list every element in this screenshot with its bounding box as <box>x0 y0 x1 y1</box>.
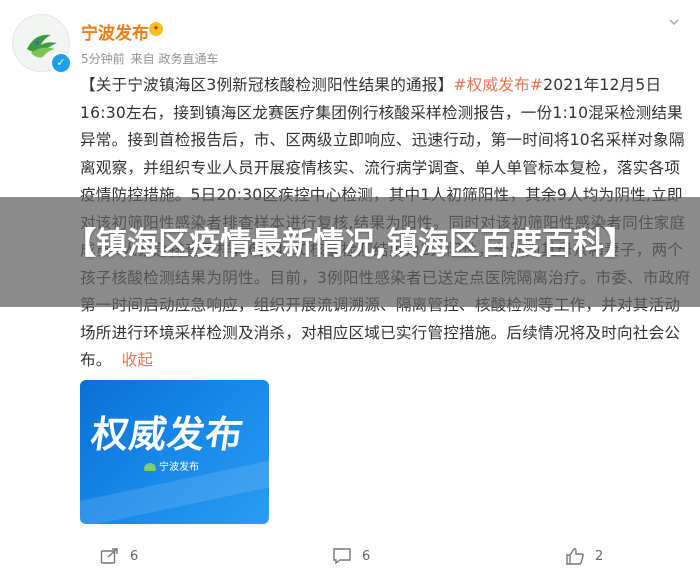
post-source: 来自 政务直通车 <box>130 52 219 66</box>
post-meta: 5分钟前 来自 政务直通车 <box>81 50 224 67</box>
overlay-title: 【镇海区疫情最新情况,镇海区百度百科】 <box>65 226 635 262</box>
logo-mark-icon <box>144 463 156 471</box>
member-badge-icon: ✦ <box>149 22 163 36</box>
thumbs-up-icon <box>566 548 584 565</box>
comment-button[interactable]: 6 <box>332 546 370 566</box>
comment-count: 6 <box>362 548 371 564</box>
like-count: 2 <box>595 548 604 564</box>
image-logo-text: 宁波发布 <box>159 462 199 473</box>
share-button[interactable]: 6 <box>100 546 138 566</box>
like-button[interactable]: 2 <box>565 546 603 566</box>
verified-icon: ✓ <box>50 52 72 74</box>
hashtag-link[interactable]: #权威发布# <box>453 76 543 94</box>
comment-icon <box>333 548 351 565</box>
action-bar: 6 6 2 <box>0 536 700 573</box>
post-image[interactable]: 权威发布 宁波发布 <box>80 380 269 524</box>
share-count: 6 <box>130 548 139 564</box>
post-title: 【关于宁波镇海区3例新冠核酸检测阳性结果的通报】 <box>80 76 454 94</box>
image-logo: 宁波发布 <box>144 458 199 473</box>
share-icon <box>100 548 118 564</box>
collapse-link[interactable]: 收起 <box>122 351 154 369</box>
username[interactable]: 宁波发布 <box>81 19 149 44</box>
post-time[interactable]: 5分钟前 <box>81 52 125 66</box>
chevron-down-icon[interactable] <box>668 16 680 28</box>
image-title: 权威发布 <box>88 413 247 456</box>
